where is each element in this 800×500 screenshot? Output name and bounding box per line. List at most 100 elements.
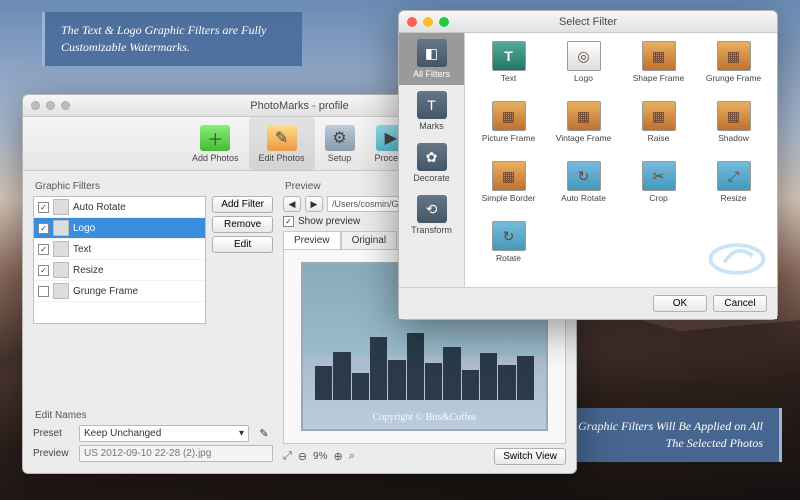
close-icon[interactable] xyxy=(31,101,40,110)
sf-item-icon: ↻ xyxy=(492,221,526,251)
sf-item-auto-rotate[interactable]: ↻ Auto Rotate xyxy=(548,161,619,219)
preset-label: Preset xyxy=(33,428,73,439)
filter-item[interactable]: Grunge Frame xyxy=(34,281,205,302)
sf-item-icon: ▦ xyxy=(717,41,751,71)
sf-item-icon: ▦ xyxy=(642,41,676,71)
sf-item-grunge-frame[interactable]: ▦ Grunge Frame xyxy=(698,41,769,99)
cancel-button[interactable]: Cancel xyxy=(713,295,767,312)
select-filter-window: Select Filter ◧ All FiltersT Marks✿ Deco… xyxy=(398,10,778,320)
add-photos-label: Add Photos xyxy=(192,153,239,163)
tab-original[interactable]: Original xyxy=(341,231,397,249)
sf-item-text[interactable]: T Text xyxy=(473,41,544,99)
fit-icon[interactable]: ⤢ xyxy=(283,450,292,463)
sf-item-simple-border[interactable]: ▦ Simple Border xyxy=(473,161,544,219)
preset-select[interactable]: Keep Unchanged ▾ xyxy=(79,425,249,442)
sf-item-shape-frame[interactable]: ▦ Shape Frame xyxy=(623,41,694,99)
sf-category-icon: ⟲ xyxy=(417,195,447,223)
filter-checkbox[interactable] xyxy=(38,223,49,234)
preview-name-field: US 2012-09-10 22-28 (2).jpg xyxy=(79,445,273,462)
graphic-filters-heading: Graphic Filters xyxy=(35,181,273,192)
filter-item-label: Logo xyxy=(73,223,95,234)
remove-filter-button[interactable]: Remove xyxy=(212,216,273,233)
sf-item-label: Picture Frame xyxy=(482,133,535,143)
minimize-icon[interactable] xyxy=(46,101,55,110)
preset-edit-icon[interactable]: ✎ xyxy=(255,427,273,440)
sf-item-icon: ▦ xyxy=(492,161,526,191)
sf-item-label: Auto Rotate xyxy=(561,193,606,203)
sf-item-label: Resize xyxy=(721,193,747,203)
sf-item-label: Text xyxy=(501,73,517,83)
filter-item-icon xyxy=(53,241,69,257)
filter-item[interactable]: Auto Rotate xyxy=(34,197,205,218)
prev-photo-button[interactable]: ◀ xyxy=(283,196,301,212)
next-photo-button[interactable]: ▶ xyxy=(305,196,323,212)
filter-item[interactable]: Text xyxy=(34,239,205,260)
sf-item-icon: T xyxy=(492,41,526,71)
sf-item-label: Vintage Frame xyxy=(556,133,612,143)
sf-item-icon: ⤢ xyxy=(717,161,751,191)
sf-category-transform[interactable]: ⟲ Transform xyxy=(399,189,464,241)
show-preview-checkbox[interactable] xyxy=(283,216,294,227)
filter-checkbox[interactable] xyxy=(38,244,49,255)
ok-button[interactable]: OK xyxy=(653,295,707,312)
sf-category-label: Transform xyxy=(411,225,452,235)
filter-item-label: Auto Rotate xyxy=(73,202,126,213)
sf-category-decorate[interactable]: ✿ Decorate xyxy=(399,137,464,189)
edit-photos-button[interactable]: ✎ Edit Photos xyxy=(249,117,315,170)
sf-item-picture-frame[interactable]: ▦ Picture Frame xyxy=(473,101,544,159)
sf-item-icon: ▦ xyxy=(642,101,676,131)
sf-item-label: Shape Frame xyxy=(633,73,685,83)
filter-item-icon xyxy=(53,220,69,236)
sf-item-icon: ✂ xyxy=(642,161,676,191)
sf-minimize-icon[interactable] xyxy=(423,17,433,27)
sf-item-vintage-frame[interactable]: ▦ Vintage Frame xyxy=(548,101,619,159)
zoom-out-icon[interactable]: ⊖ xyxy=(298,450,307,463)
sf-item-icon: ▦ xyxy=(492,101,526,131)
zoom-in-icon[interactable]: ⊕ xyxy=(333,450,342,463)
filter-item-icon xyxy=(53,199,69,215)
edit-photos-label: Edit Photos xyxy=(259,153,305,163)
sf-zoom-icon[interactable] xyxy=(439,17,449,27)
setup-icon: ⚙ xyxy=(325,125,355,151)
zoom-percent: 9% xyxy=(313,451,327,462)
filter-item[interactable]: Resize xyxy=(34,260,205,281)
zoom-icon[interactable] xyxy=(61,101,70,110)
switch-view-button[interactable]: Switch View xyxy=(494,448,566,465)
sf-category-label: Decorate xyxy=(413,173,450,183)
sf-item-icon: ▦ xyxy=(717,101,751,131)
sf-item-shadow[interactable]: ▦ Shadow xyxy=(698,101,769,159)
filter-checkbox[interactable] xyxy=(38,202,49,213)
sf-close-icon[interactable] xyxy=(407,17,417,27)
filter-item[interactable]: Logo xyxy=(34,218,205,239)
sf-title-bar: Select Filter xyxy=(399,11,777,33)
filter-checkbox[interactable] xyxy=(38,265,49,276)
sf-category-icon: T xyxy=(417,91,447,119)
sf-category-marks[interactable]: T Marks xyxy=(399,85,464,137)
filter-item-label: Resize xyxy=(73,265,104,276)
watermark-text: Copyright © Bits&Coffee xyxy=(303,412,546,423)
sf-category-label: All Filters xyxy=(413,69,450,79)
sf-item-rotate[interactable]: ↻ Rotate xyxy=(473,221,544,279)
actual-size-icon[interactable]: ⌕ xyxy=(349,450,355,463)
filter-list[interactable]: Auto Rotate Logo Text Resize Grunge Fram… xyxy=(33,196,206,324)
sf-item-logo[interactable]: ◎ Logo xyxy=(548,41,619,99)
sf-category-sidebar: ◧ All FiltersT Marks✿ Decorate⟲ Transfor… xyxy=(399,33,465,287)
add-photos-button[interactable]: ＋ Add Photos xyxy=(182,117,249,170)
add-filter-button[interactable]: Add Filter xyxy=(212,196,273,213)
filter-item-label: Text xyxy=(73,244,91,255)
setup-label: Setup xyxy=(328,153,352,163)
sf-item-label: Simple Border xyxy=(482,193,536,203)
preview-name-label: Preview xyxy=(33,448,73,459)
sf-item-icon: ◎ xyxy=(567,41,601,71)
filter-checkbox[interactable] xyxy=(38,286,49,297)
edit-names-heading: Edit Names xyxy=(35,410,273,421)
edit-filter-button[interactable]: Edit xyxy=(212,236,273,253)
sf-item-label: Raise xyxy=(648,133,670,143)
tab-preview[interactable]: Preview xyxy=(283,231,341,249)
sf-item-resize[interactable]: ⤢ Resize xyxy=(698,161,769,219)
setup-button[interactable]: ⚙ Setup xyxy=(315,117,365,170)
sf-category-all-filters[interactable]: ◧ All Filters xyxy=(399,33,464,85)
sf-item-raise[interactable]: ▦ Raise xyxy=(623,101,694,159)
sf-item-crop[interactable]: ✂ Crop xyxy=(623,161,694,219)
sf-category-label: Marks xyxy=(419,121,444,131)
